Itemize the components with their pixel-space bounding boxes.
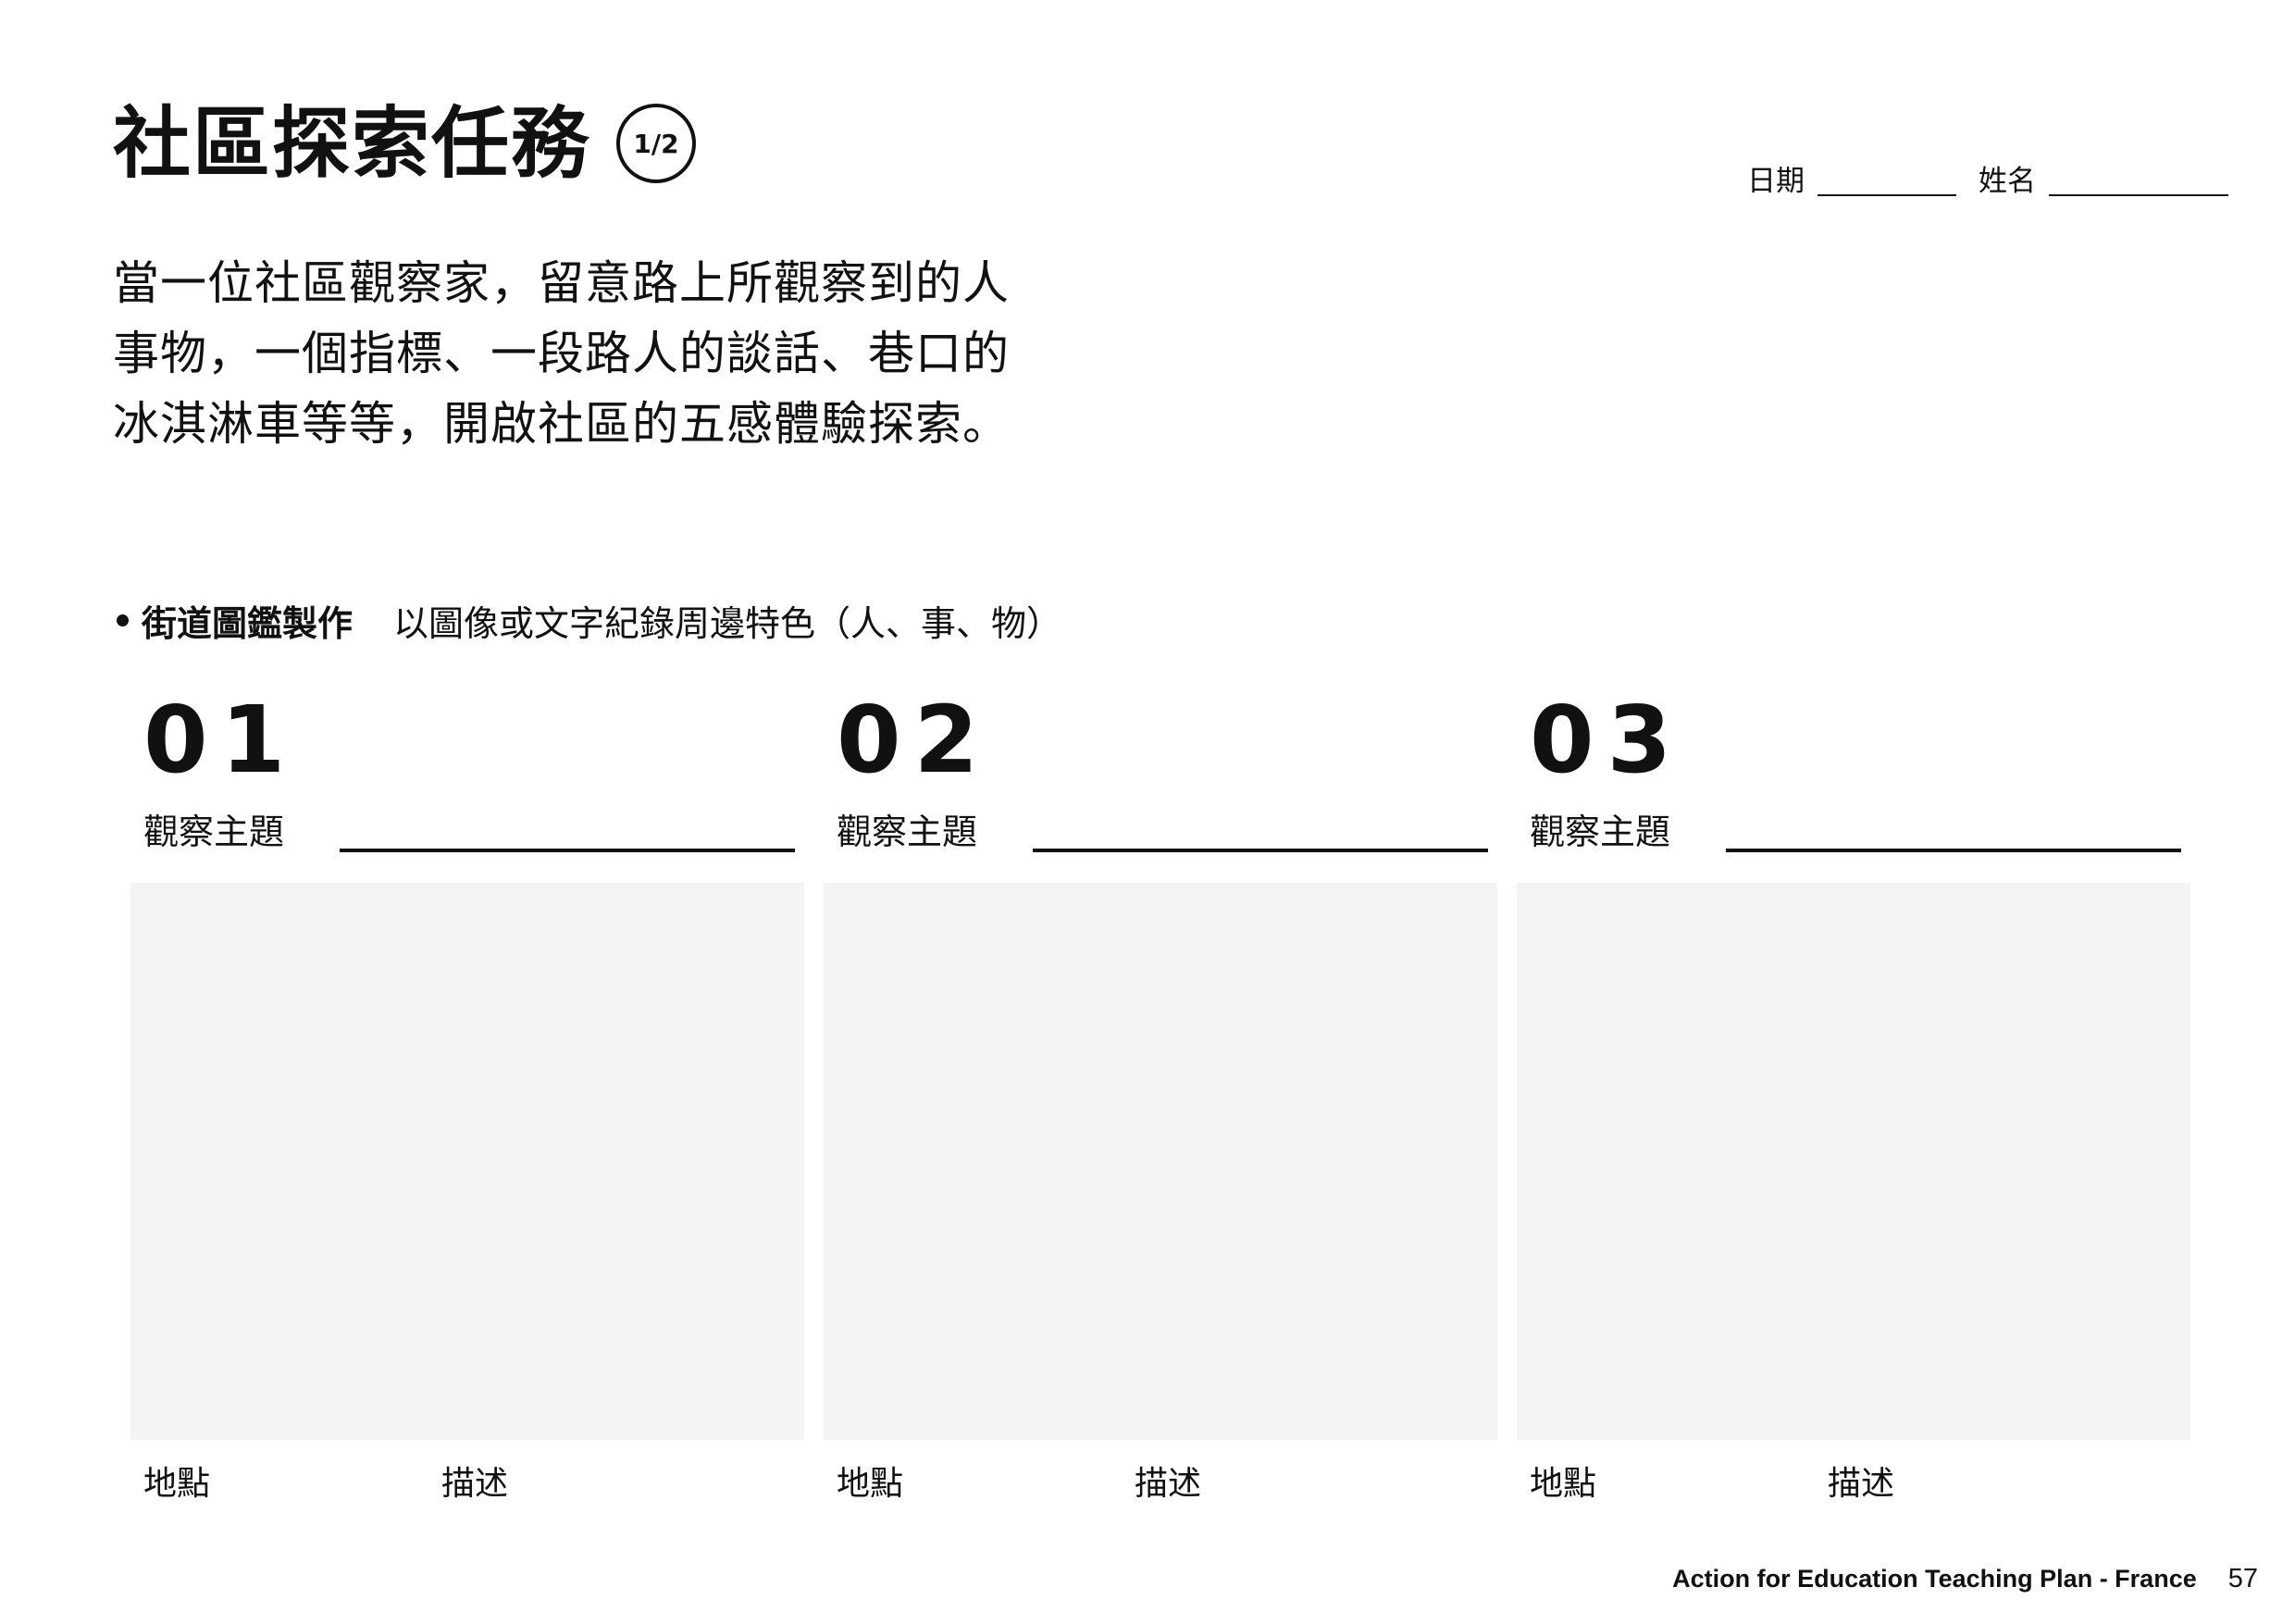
name-label: 姓名 [1979, 165, 2036, 198]
location-label: 地點 [143, 1465, 211, 1503]
topic-row: 觀察主題 [143, 805, 795, 852]
description-label: 描述 [441, 1465, 509, 1503]
topic-input-line[interactable] [340, 849, 795, 852]
page-number: 57 [2227, 1564, 2258, 1593]
meta-fields: 日期 姓名 [1747, 167, 2228, 196]
drawing-area[interactable] [1517, 883, 2190, 1440]
footer-text: Action for Education Teaching Plan - Fra… [1672, 1565, 2197, 1593]
date-label: 日期 [1747, 165, 1805, 198]
intro-line: 冰淇淋車等等，開啟社區的五感體驗探索。 [113, 397, 1010, 451]
intro-paragraph: 當一位社區觀察家，留意路上所觀察到的人 事物，一個指標、一段路人的談話、巷口的 … [113, 248, 1085, 459]
location-label: 地點 [837, 1465, 904, 1503]
card-number: 03 [1530, 686, 1685, 794]
section-subtitle: 以圖像或文字紀錄周邊特色（人、事、物） [393, 603, 1062, 644]
description-label: 描述 [1828, 1465, 1895, 1503]
section-title: 街道圖鑑製作 [142, 603, 354, 644]
location-label: 地點 [1530, 1465, 1597, 1503]
topic-row: 觀察主題 [1530, 805, 2181, 852]
drawing-area[interactable] [824, 883, 1497, 1440]
section-heading: 街道圖鑑製作 以圖像或文字紀錄周邊特色（人、事、物） [117, 595, 1061, 646]
page-title: 社區探索任務 [113, 98, 591, 189]
topic-row: 觀察主題 [837, 805, 1488, 852]
topic-input-line[interactable] [1726, 849, 2181, 852]
bullet-icon [117, 614, 129, 626]
card-number: 01 [143, 686, 299, 794]
card-number: 02 [837, 686, 992, 794]
title-row: 社區探索任務 1/2 [113, 98, 697, 189]
topic-label: 觀察主題 [1530, 812, 1671, 852]
name-field-line[interactable] [2049, 167, 2228, 196]
topic-label: 觀察主題 [143, 812, 285, 852]
topic-input-line[interactable] [1033, 849, 1488, 852]
date-field-line[interactable] [1817, 167, 1956, 196]
page-indicator-badge: 1/2 [616, 104, 697, 183]
intro-line: 事物，一個指標、一段路人的談話、巷口的 [113, 327, 1010, 380]
intro-line: 當一位社區觀察家，留意路上所觀察到的人 [113, 256, 1010, 310]
topic-label: 觀察主題 [837, 812, 978, 852]
page-footer: Action for Education Teaching Plan - Fra… [1672, 1564, 2258, 1594]
drawing-area[interactable] [130, 883, 804, 1440]
description-label: 描述 [1135, 1465, 1202, 1503]
